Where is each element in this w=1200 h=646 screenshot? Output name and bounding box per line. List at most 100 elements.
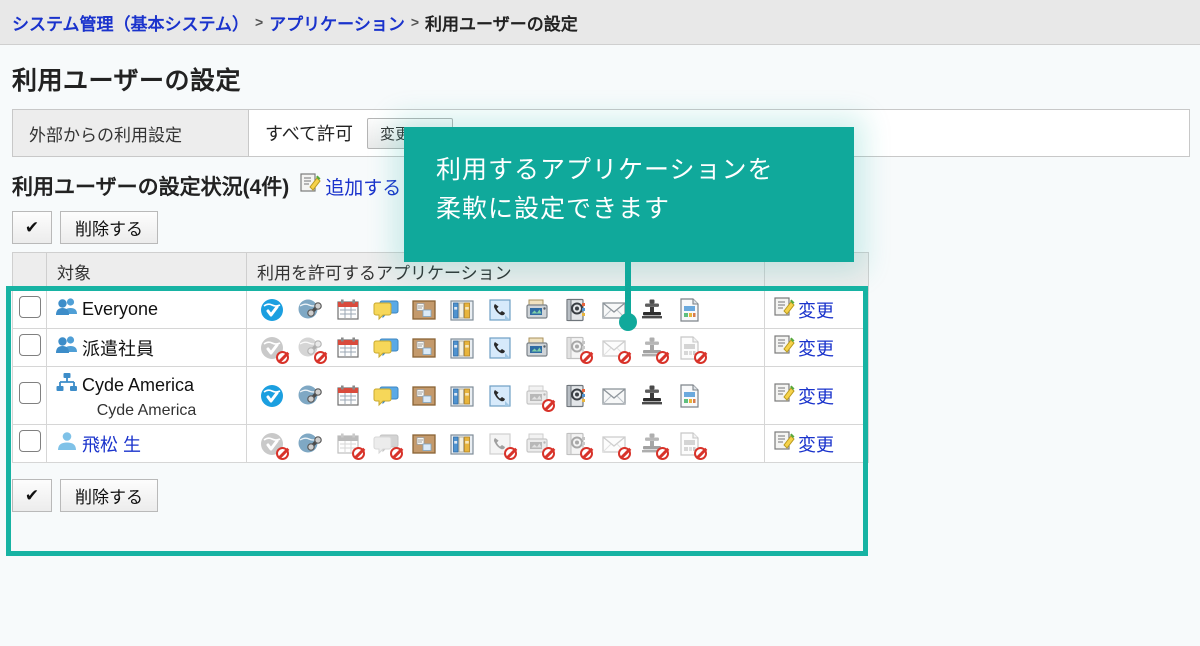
scheduler-icon	[335, 383, 361, 409]
row-checkbox-cell	[12, 366, 47, 425]
status-count-text: 利用ユーザーの設定状況(4件)	[12, 176, 290, 199]
portal-icon	[259, 297, 285, 323]
row-checkbox[interactable]	[18, 382, 41, 404]
portal-icon	[259, 431, 289, 460]
breadcrumb-item-application[interactable]: アプリケーション	[269, 10, 405, 35]
table-row: 派遣社員 変更	[12, 328, 869, 367]
cabinet-icon	[449, 297, 475, 323]
scheduler-icon	[335, 297, 361, 323]
delete-button-top[interactable]: 削除する	[60, 211, 158, 244]
row-checkbox[interactable]	[18, 334, 41, 356]
row-checkbox[interactable]	[18, 430, 41, 452]
target-main[interactable]: 飛松 生	[55, 429, 238, 458]
workflow-icon	[639, 431, 669, 460]
add-document-icon	[299, 172, 321, 200]
target-label: 派遣社員	[82, 338, 154, 359]
link-icon	[297, 431, 323, 457]
edit-link[interactable]: 変更	[773, 334, 860, 361]
edit-link[interactable]: 変更	[773, 382, 860, 409]
phone-memo-icon	[487, 297, 513, 323]
address-book-icon	[563, 297, 589, 323]
phone-memo-icon	[487, 431, 517, 460]
add-setting-link-label: 追加する	[325, 177, 402, 199]
table-body: Everyone 変更 派遣社員 変更 Cyde America Cyde Am…	[12, 290, 869, 463]
edit-document-icon	[773, 430, 795, 457]
target-wrap: Everyone	[55, 295, 238, 324]
prohibited-badge-icon	[694, 350, 707, 364]
edit-link[interactable]: 変更	[773, 430, 860, 457]
report-icon	[677, 335, 707, 364]
row-checkbox-cell	[12, 424, 47, 463]
header-target-column: 対象	[46, 252, 247, 291]
select-all-button-top[interactable]: ✔	[12, 211, 52, 244]
messages-icon	[373, 431, 403, 460]
row-edit-cell: 変更	[764, 366, 869, 425]
prohibited-badge-icon	[618, 350, 631, 364]
edit-document-icon	[773, 334, 795, 361]
target-main: 派遣社員	[55, 333, 238, 362]
external-usage-setting-value: すべて許可	[265, 124, 354, 144]
table-row: 飛松 生 変更	[12, 424, 869, 463]
callout-line-1: 利用するアプリケーションを	[436, 155, 774, 184]
callout-leader-line	[625, 262, 631, 320]
app-icon-list	[255, 431, 756, 460]
messages-icon	[373, 335, 399, 361]
row-apps-cell	[246, 328, 765, 367]
row-target-cell: 派遣社員	[46, 328, 247, 367]
row-apps-cell	[246, 424, 765, 463]
breadcrumb-separator: >	[410, 14, 420, 30]
row-edit-cell: 変更	[764, 290, 869, 329]
report-icon	[677, 297, 703, 323]
header-checkbox-column	[12, 252, 47, 291]
report-icon	[677, 383, 703, 409]
organization-icon	[55, 371, 79, 400]
target-label: Everyone	[82, 299, 159, 319]
prohibited-badge-icon	[276, 446, 289, 460]
delete-button-bottom[interactable]: 削除する	[60, 479, 158, 512]
prohibited-badge-icon	[580, 350, 593, 364]
link-icon	[297, 297, 323, 323]
group-icon	[55, 295, 79, 324]
messages-icon	[373, 383, 399, 409]
link-icon	[297, 383, 323, 409]
row-target-cell: Everyone	[46, 290, 247, 329]
edit-link[interactable]: 変更	[773, 296, 860, 323]
address-book-icon	[563, 431, 593, 460]
row-edit-cell: 変更	[764, 328, 869, 367]
settings-table-wrapper: 対象 利用を許可するアプリケーション Everyone 変更 派遣社員 変更 C…	[6, 252, 869, 556]
bulletin-board-icon	[411, 335, 437, 361]
report-icon	[677, 431, 707, 460]
bulletin-board-icon	[411, 383, 437, 409]
edit-document-icon	[773, 382, 795, 409]
prohibited-badge-icon	[580, 446, 593, 460]
prohibited-badge-icon	[542, 398, 555, 412]
workflow-icon	[639, 297, 665, 323]
prohibited-badge-icon	[504, 446, 517, 460]
edit-link-label: 変更	[798, 338, 834, 359]
table-row: Everyone 変更	[12, 290, 869, 329]
workflow-icon	[639, 383, 665, 409]
row-checkbox[interactable]	[18, 296, 41, 318]
prohibited-badge-icon	[656, 446, 669, 460]
address-book-icon	[563, 383, 589, 409]
add-setting-link[interactable]: 追加する	[299, 172, 401, 200]
row-apps-cell	[246, 366, 765, 425]
cabinet-icon	[449, 335, 475, 361]
link-icon	[297, 335, 327, 364]
breadcrumb: システム管理（基本システム） > アプリケーション > 利用ユーザーの設定	[0, 0, 1200, 45]
callout-leader-dot	[619, 313, 637, 331]
prohibited-badge-icon	[352, 446, 365, 460]
callout-box: 利用するアプリケーションを 柔軟に設定できます	[404, 127, 854, 262]
breadcrumb-item-system-admin[interactable]: システム管理（基本システム）	[12, 10, 249, 35]
app-icon-list	[255, 383, 756, 412]
row-edit-cell: 変更	[764, 424, 869, 463]
target-wrap: 飛松 生	[55, 429, 238, 458]
multireport-icon	[525, 297, 551, 323]
scheduler-icon	[335, 335, 361, 361]
external-usage-setting-label: 外部からの利用設定	[13, 110, 249, 156]
messages-icon	[373, 297, 399, 323]
select-all-button-bottom[interactable]: ✔	[12, 479, 52, 512]
edit-document-icon	[773, 296, 795, 323]
group-icon	[55, 333, 79, 362]
edit-link-label: 変更	[798, 300, 834, 321]
